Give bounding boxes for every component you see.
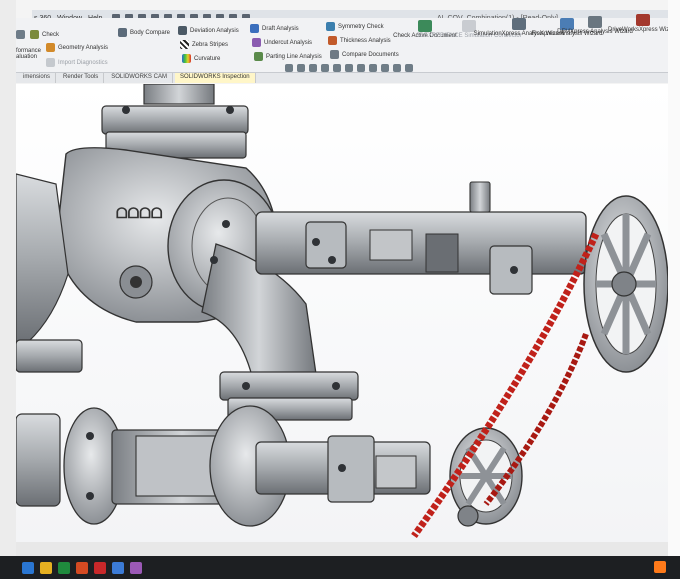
display-style-icon[interactable] bbox=[345, 64, 353, 72]
tab-solidworks-cam[interactable]: SOLIDWORKS CAM bbox=[106, 73, 173, 83]
left-flange[interactable] bbox=[16, 339, 83, 373]
previous-view-icon[interactable] bbox=[309, 64, 317, 72]
notification-icon[interactable] bbox=[654, 561, 666, 573]
curvature-button[interactable]: Curvature bbox=[182, 54, 220, 63]
start-icon[interactable] bbox=[22, 561, 34, 574]
draft-analysis-button[interactable]: Draft Analysis bbox=[250, 24, 299, 33]
parting-line-analysis-button[interactable]: Parting Line Analysis bbox=[254, 52, 322, 61]
body-compare-button[interactable]: Body Compare bbox=[118, 28, 170, 37]
deviation-analysis-button[interactable]: Deviation Analysis bbox=[178, 26, 239, 35]
simulationxpress-icon bbox=[512, 18, 526, 30]
performance-evaluation-button[interactable] bbox=[16, 30, 25, 39]
browser-icon[interactable] bbox=[112, 561, 124, 574]
geometry-analysis-button[interactable]: Geometry Analysis bbox=[46, 43, 108, 52]
tab-render-tools[interactable]: Render Tools bbox=[58, 73, 105, 83]
apply-scene-icon[interactable] bbox=[381, 64, 389, 72]
valve-assembly-model: ᗝᗝᗝᗝ bbox=[16, 84, 668, 539]
thickness-analysis-icon bbox=[328, 36, 337, 45]
view-orientation-icon[interactable] bbox=[333, 64, 341, 72]
symmetry-check-button[interactable]: Symmetry Check bbox=[326, 22, 384, 31]
edit-appearance-icon[interactable] bbox=[369, 64, 377, 72]
zebra-stripes-icon bbox=[180, 40, 189, 49]
graphics-area[interactable]: ᗝᗝᗝᗝ bbox=[16, 84, 668, 542]
monitor-bezel-right bbox=[668, 0, 680, 579]
check-button[interactable]: Check bbox=[30, 30, 59, 39]
hide-show-items-icon[interactable] bbox=[357, 64, 365, 72]
media-icon[interactable] bbox=[130, 561, 142, 574]
status-bar bbox=[16, 542, 668, 556]
compare-documents-icon bbox=[330, 50, 339, 59]
zoom-to-fit-icon[interactable] bbox=[285, 64, 293, 72]
zoom-to-area-icon[interactable] bbox=[297, 64, 305, 72]
draft-analysis-icon bbox=[250, 24, 259, 33]
top-stem[interactable] bbox=[143, 84, 215, 105]
monitor-bezel-left bbox=[0, 0, 16, 579]
performance-evaluation-label: formance aluation bbox=[16, 48, 42, 60]
heads-up-view-toolbar bbox=[285, 64, 413, 72]
solidworks-icon[interactable] bbox=[94, 561, 106, 574]
chrome-icon[interactable] bbox=[58, 561, 70, 574]
performance-evaluation-icon bbox=[16, 30, 25, 39]
driveworksxpress-button[interactable]: DriveWorksXpress Wizard bbox=[608, 14, 678, 33]
section-view-icon[interactable] bbox=[321, 64, 329, 72]
check-icon bbox=[30, 30, 39, 39]
driveworksxpress-icon bbox=[636, 14, 650, 26]
body-compare-icon bbox=[118, 28, 127, 37]
deviation-analysis-icon bbox=[178, 26, 187, 35]
app-icon[interactable] bbox=[76, 561, 88, 574]
body-casting-mark: ᗝᗝᗝᗝ bbox=[116, 205, 163, 221]
undercut-analysis-button[interactable]: Undercut Analysis bbox=[252, 38, 312, 47]
parting-line-analysis-icon bbox=[254, 52, 263, 61]
compare-documents-button[interactable]: Compare Documents bbox=[330, 50, 399, 59]
dfmxpress-icon bbox=[588, 16, 602, 28]
curvature-icon bbox=[182, 54, 191, 63]
undercut-analysis-icon bbox=[252, 38, 261, 47]
file-explorer-icon[interactable] bbox=[40, 561, 52, 574]
import-diagnostics-button[interactable]: Import Diagnostics bbox=[46, 58, 108, 67]
import-diagnostics-icon bbox=[46, 58, 55, 67]
zebra-stripes-button[interactable]: Zebra Stripes bbox=[180, 40, 228, 49]
geometry-analysis-icon bbox=[46, 43, 55, 52]
command-manager-tabs: imensions Render Tools SOLIDWORKS CAM SO… bbox=[16, 73, 668, 83]
check-document-icon bbox=[418, 20, 432, 32]
symmetry-check-icon bbox=[326, 22, 335, 31]
indicator-pin[interactable] bbox=[469, 181, 491, 213]
tab-dimensions[interactable]: imensions bbox=[18, 73, 57, 83]
windows-taskbar bbox=[0, 556, 680, 579]
tab-solidworks-inspection[interactable]: SOLIDWORKS Inspection bbox=[174, 73, 256, 83]
monitor-icon[interactable] bbox=[405, 64, 413, 72]
thickness-analysis-button[interactable]: Thickness Analysis bbox=[328, 36, 391, 45]
view-settings-icon[interactable] bbox=[393, 64, 401, 72]
